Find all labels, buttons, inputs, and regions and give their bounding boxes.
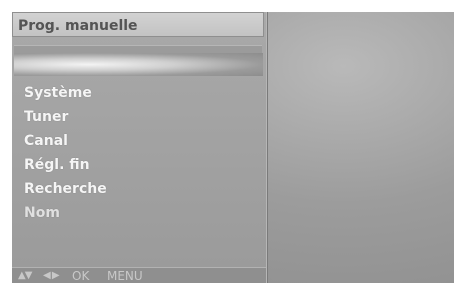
menu-item-systeme[interactable]: Système	[24, 81, 107, 105]
menu-item-tuner[interactable]: Tuner	[24, 105, 107, 129]
tv-screen: Prog. manuelle Système Tuner Canal Régl.…	[12, 12, 454, 283]
menu-hint: MENU	[107, 269, 143, 283]
menu-title-bar: Prog. manuelle	[12, 12, 264, 37]
osd-menu-panel: Prog. manuelle Système Tuner Canal Régl.…	[12, 12, 267, 283]
menu-item-canal[interactable]: Canal	[24, 129, 107, 153]
menu-item-regl-fin[interactable]: Régl. fin	[24, 153, 107, 177]
menu-list: Système Tuner Canal Régl. fin Recherche …	[24, 81, 107, 225]
menu-item-recherche[interactable]: Recherche	[24, 177, 107, 201]
ok-hint: OK	[72, 269, 90, 283]
menu-footer-hints: ▲▼ ◀ ▶ OK MENU	[12, 267, 266, 283]
updown-arrows-icon: ▲▼	[18, 270, 32, 281]
menu-item-nom[interactable]: Nom	[24, 201, 107, 225]
leftright-arrows-icon: ◀ ▶	[43, 270, 60, 281]
selection-highlight	[14, 53, 263, 76]
menu-title: Prog. manuelle	[18, 18, 138, 34]
